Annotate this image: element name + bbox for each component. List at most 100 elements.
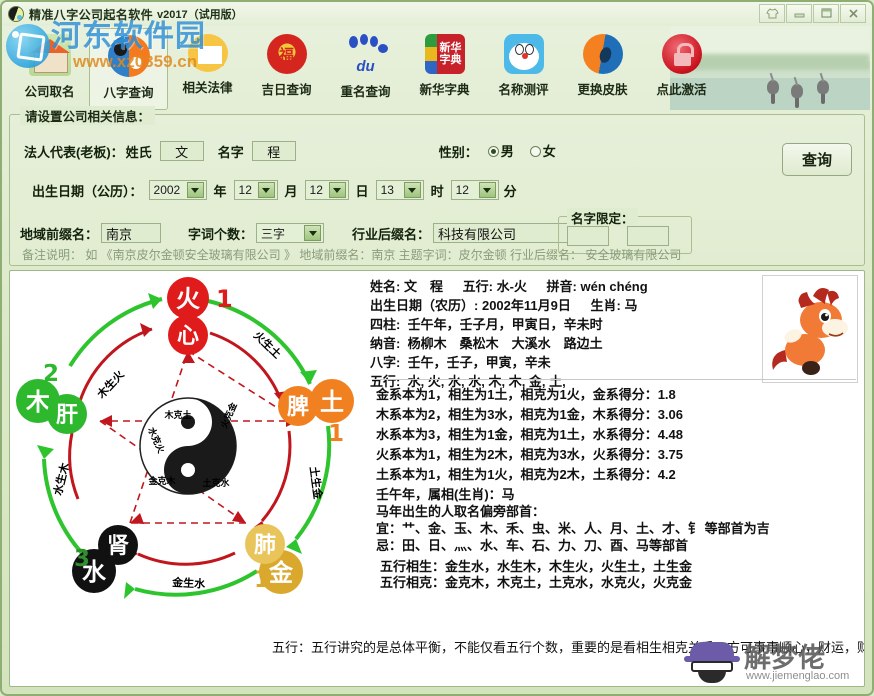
score-line: 土系本为1，相生为1火，相克为2木，土系得分：4.2 (376, 465, 683, 485)
toolbar-label: 相关法律 (182, 77, 232, 96)
yinyang-icon (108, 35, 150, 77)
chevron-down-icon (404, 182, 421, 198)
svg-text:金克木: 金克木 (147, 475, 176, 487)
toolbar-label: 新华字典 (419, 79, 469, 98)
hour-value: 13 (377, 183, 398, 197)
svg-text:1: 1 (216, 285, 233, 313)
bazi-value: 壬午，壬子，甲寅，辛未 (408, 355, 551, 370)
score-line: 金系本为1，相生为1土，相克为1火，金系得分：1.8 (376, 385, 683, 405)
radio-male-dot (488, 146, 499, 157)
day-select[interactable]: 12 (305, 180, 349, 200)
sizhu-value: 壬午年，壬子月，甲寅日，辛未时 (408, 317, 603, 332)
query-button[interactable]: 查询 (782, 143, 852, 176)
pinyin-value: wén chéng (581, 279, 648, 294)
toolbar-item-change-skin[interactable]: 更换皮肤 (563, 28, 642, 110)
chevron-down-icon (329, 182, 346, 198)
year-unit: 年 (214, 181, 227, 200)
toolbar-item-auspicious-date[interactable]: 吉日查询 (247, 28, 326, 110)
form-note: 备注说明： 如 《南京皮尔金顿安全玻璃有限公司 》 地域前缀名：南京 主题字词：… (22, 246, 856, 263)
word-count-value: 三字 (257, 225, 289, 242)
lantern-icon (267, 34, 307, 74)
svg-text:木生火: 木生火 (93, 367, 127, 402)
relation-line: 五行相克：金克木，木克土，土克水，水克火，火克金 (380, 575, 692, 591)
svg-text:火: 火 (176, 285, 200, 313)
month-value: 12 (235, 183, 256, 197)
lock-icon (662, 34, 702, 74)
zodiac-line: 宜：艹、金、玉、木、禾、虫、米、人、月、土、才、钅 等部首为吉 (376, 520, 770, 537)
svg-text:火生土: 火生土 (251, 328, 284, 361)
day-value: 12 (306, 183, 327, 197)
maximize-button[interactable] (813, 4, 839, 23)
svg-text:2: 2 (43, 361, 59, 387)
givenname-input[interactable] (252, 141, 296, 161)
wuxing-label: 五行: (463, 279, 493, 294)
industry-suffix-label: 行业后缀名： (352, 224, 430, 243)
window-title: 精准八字公司起名软件 (29, 6, 153, 23)
month-select[interactable]: 12 (234, 180, 278, 200)
house-icon (29, 34, 71, 76)
svg-text:肾: 肾 (107, 534, 129, 559)
svg-text:木克土: 木克土 (163, 409, 191, 421)
toolbar-label: 八字查询 (103, 82, 153, 101)
svg-text:1: 1 (328, 421, 344, 447)
name-limit-input-2[interactable] (627, 226, 669, 246)
legal-rep-label: 法人代表(老板)： (24, 142, 124, 161)
gender-radio-female[interactable]: 女 (530, 141, 556, 161)
surname-label: 姓氏 (126, 142, 152, 161)
name-limit-legend: 名字限定： (567, 208, 638, 227)
toolbar-item-name-evaluation[interactable]: 名称测评 (484, 28, 563, 110)
wuxing-value: 水-火 (497, 279, 527, 294)
toolbar-item-bazi-query[interactable]: 八字查询 (89, 28, 168, 110)
toolbar-item-xinhua-dictionary[interactable]: 新华字典 新华字典 (405, 28, 484, 110)
zodiac-line: 忌：田、日、灬、水、车、石、力、刀、酉、马等部首 (376, 537, 770, 554)
baidu-du-text: du (345, 58, 387, 75)
minute-select[interactable]: 12 (451, 180, 499, 200)
name-limit-input-1[interactable] (567, 226, 609, 246)
toolbar-item-activate[interactable]: 点此激活 (642, 28, 721, 110)
svg-text:金: 金 (268, 559, 294, 587)
minute-unit: 分 (504, 181, 517, 200)
svg-text:3: 3 (74, 546, 90, 572)
element-relation-block: 五行相生：金生水，水生木，木生火，火生土，土生金 五行相克：金克木，木克土，土克… (380, 559, 692, 591)
gender-radio-male[interactable]: 男 (488, 141, 514, 161)
svg-text:土: 土 (320, 388, 344, 416)
toolbar-label: 点此激活 (656, 79, 706, 98)
app-logo-icon (8, 6, 24, 22)
skin-button[interactable] (759, 4, 785, 23)
toolbar-item-duplicate-name-query[interactable]: du 重名查询 (326, 28, 405, 110)
svg-text:木: 木 (25, 388, 51, 416)
cat-icon (504, 34, 544, 74)
bottom-watermark-url: www.jiemenglao.com (746, 670, 849, 682)
word-count-select[interactable]: 三字 (256, 223, 324, 243)
wuxing-diagram: 火 心 1 土 脾 1 金 肺 1 水 肾 3 木 肝 2 木生火 火生土 土生… (10, 271, 366, 627)
region-prefix-label: 地域前缀名： (20, 224, 98, 243)
window-version: v2017（试用版） (157, 6, 243, 22)
svg-text:脾: 脾 (287, 395, 309, 420)
name-value: 文 程 (404, 279, 443, 294)
givenname-label: 名字 (218, 142, 244, 161)
bazi-label: 八字: (370, 355, 400, 370)
minute-value: 12 (452, 183, 473, 197)
month-unit: 月 (285, 181, 298, 200)
gender-male-label: 男 (501, 144, 514, 159)
chevron-down-icon (187, 182, 204, 198)
score-line: 水系本为3，相生为1金，相克为1土，水系得分：4.48 (376, 425, 683, 445)
name-label: 姓名: (370, 279, 400, 294)
zodiac-line: 马年出生的人取名偏旁部首： (376, 503, 770, 520)
hour-select[interactable]: 13 (376, 180, 424, 200)
lunar-value: 2002年11月9日 (482, 298, 571, 313)
close-button[interactable] (840, 4, 866, 23)
toolbar-item-related-law[interactable]: 相关法律 (168, 28, 247, 110)
year-select[interactable]: 2002 (149, 180, 207, 200)
industry-suffix-input[interactable] (433, 223, 568, 243)
title-bar: 精准八字公司起名软件 v2017（试用版） (2, 2, 872, 26)
toolbar-label: 名称测评 (498, 79, 548, 98)
element-score-block: 金系本为1，相生为1土，相克为1火，金系得分：1.8 木系本为2，相生为3水，相… (376, 385, 683, 485)
zodiac-line: 壬午年，属相(生肖)：马 (376, 486, 770, 503)
chevron-down-icon (304, 225, 321, 241)
surname-input[interactable] (160, 141, 204, 161)
minimize-button[interactable] (786, 4, 812, 23)
toolbar-label: 重名查询 (340, 81, 390, 100)
toolbar-item-company-naming[interactable]: 公司取名 (10, 28, 89, 110)
region-prefix-input[interactable] (101, 223, 161, 243)
